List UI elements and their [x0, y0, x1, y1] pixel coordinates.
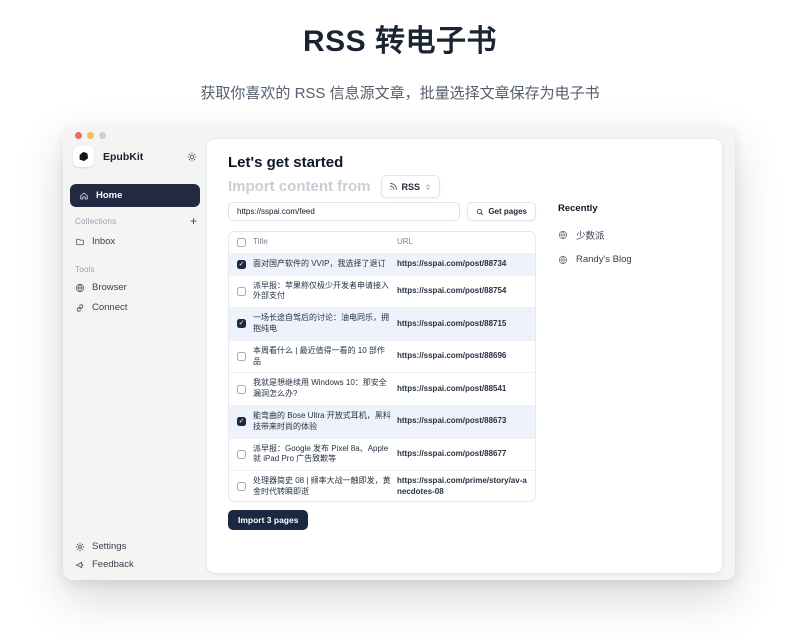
folder-icon	[75, 237, 85, 247]
row-checkbox[interactable]	[237, 482, 246, 491]
row-checkbox[interactable]	[237, 417, 246, 426]
search-icon	[476, 208, 484, 216]
add-collection-button[interactable]: +	[190, 216, 197, 226]
table-row[interactable]: 派早报：苹果称仅极少开发者申请接入外部支付 https://sspai.com/…	[229, 276, 535, 309]
row-url: https://sspai.com/post/88715	[397, 319, 527, 330]
table-row[interactable]: 派早报：Google 发布 Pixel 8a、Apple 就 iPad Pro …	[229, 439, 535, 472]
row-title: 我就是想继续用 Windows 10：那安全漏洞怎么办?	[253, 378, 391, 400]
chevron-updown-icon	[424, 183, 432, 191]
app-name: EpubKit	[103, 151, 143, 163]
home-icon	[79, 191, 89, 201]
main-heading: Let's get started	[228, 154, 343, 171]
row-checkbox[interactable]	[237, 385, 246, 394]
source-select-value: RSS	[402, 182, 421, 192]
row-url: https://sspai.com/post/88673	[397, 416, 527, 427]
import-from-row: Import content from RSS	[228, 175, 440, 198]
recently-list: 少数派 Randy's Blog	[558, 228, 708, 265]
row-url: https://sspai.com/post/88696	[397, 351, 527, 362]
theme-toggle-sun-icon[interactable]	[187, 152, 197, 162]
sidebar-item-home[interactable]: Home	[70, 184, 200, 207]
row-checkbox[interactable]	[237, 260, 246, 269]
table-row[interactable]: 本周看什么 | 最近值得一看的 10 部作品 https://sspai.com…	[229, 341, 535, 374]
select-all-checkbox[interactable]	[237, 238, 246, 247]
page-title: RSS 转电子书	[0, 16, 800, 60]
get-pages-label: Get pages	[488, 207, 527, 216]
gear-icon	[75, 542, 85, 552]
row-checkbox[interactable]	[237, 287, 246, 296]
sidebar-bottom: Settings Feedback	[75, 541, 134, 570]
recently-item[interactable]: 少数派	[558, 228, 708, 242]
row-checkbox[interactable]	[237, 319, 246, 328]
row-title: 一场长途自驾后的讨论：油电同乐，拥抱纯电	[253, 313, 391, 335]
row-checkbox[interactable]	[237, 450, 246, 459]
row-title: 本周看什么 | 最近值得一看的 10 部作品	[253, 346, 391, 368]
tools-section: Tools	[75, 265, 197, 274]
sidebar-item-label: Inbox	[92, 236, 115, 247]
import-pages-button[interactable]: Import 3 pages	[228, 510, 308, 530]
sidebar-item-label: Feedback	[92, 559, 134, 570]
rss-icon	[389, 182, 398, 191]
hero-section: RSS 转电子书 获取你喜欢的 RSS 信息源文章，批量选择文章保存为电子书	[0, 16, 800, 103]
recently-item-label: 少数派	[576, 228, 605, 242]
sidebar-item-settings[interactable]: Settings	[75, 541, 134, 552]
row-url: https://sspai.com/post/88734	[397, 259, 527, 270]
feed-url-row: Get pages	[228, 202, 536, 221]
collections-section: Collections +	[75, 216, 197, 226]
book-logo-icon	[73, 146, 94, 167]
globe-icon	[75, 283, 85, 293]
table-row[interactable]: 一场长途自驾后的讨论：油电同乐，拥抱纯电 https://sspai.com/p…	[229, 308, 535, 341]
collections-label: Collections	[75, 217, 116, 226]
recently-heading: Recently	[558, 203, 708, 214]
row-title: 派早报：Google 发布 Pixel 8a、Apple 就 iPad Pro …	[253, 444, 391, 466]
row-url: https://sspai.com/post/88541	[397, 384, 527, 395]
sidebar-item-label: Home	[96, 190, 122, 201]
sidebar-item-label: Browser	[92, 282, 127, 293]
recently-item-label: Randy's Blog	[576, 254, 632, 265]
page-subtitle: 获取你喜欢的 RSS 信息源文章，批量选择文章保存为电子书	[0, 82, 800, 103]
sidebar: EpubKit Home Collections + Inbox Tools B…	[63, 127, 207, 580]
feed-url-input[interactable]	[228, 202, 460, 221]
recently-item[interactable]: Randy's Blog	[558, 254, 708, 265]
table-row[interactable]: 处理器简史 08 | 频率大战一触即发，黄金时代转瞬即逝 https://ssp…	[229, 471, 535, 502]
sidebar-item-browser[interactable]: Browser	[75, 282, 127, 293]
import-from-label: Import content from	[228, 178, 371, 195]
megaphone-icon	[75, 560, 85, 570]
globe-icon	[558, 255, 568, 265]
row-title: 处理器简史 08 | 频率大战一触即发，黄金时代转瞬即逝	[253, 476, 391, 498]
app-window: EpubKit Home Collections + Inbox Tools B…	[63, 127, 735, 580]
table-body: 面对国产软件的 VVIP，我选择了退订 https://sspai.com/po…	[229, 254, 535, 502]
column-title: Title	[253, 237, 391, 248]
sidebar-item-inbox[interactable]: Inbox	[75, 236, 115, 247]
recently-panel: Recently 少数派 Randy's Blog	[558, 203, 708, 265]
source-select[interactable]: RSS	[381, 175, 441, 198]
table-header: Title URL	[229, 232, 535, 254]
table-row[interactable]: 我就是想继续用 Windows 10：那安全漏洞怎么办? https://ssp…	[229, 373, 535, 406]
globe-icon	[558, 230, 568, 240]
table-row[interactable]: 面对国产软件的 VVIP，我选择了退订 https://sspai.com/po…	[229, 254, 535, 276]
sidebar-item-connect[interactable]: Connect	[75, 302, 127, 313]
row-title: 能弯曲的 Bose Ultra 开放式耳机，黑科技带来时尚的体验	[253, 411, 391, 433]
articles-table: Title URL 面对国产软件的 VVIP，我选择了退订 https://ss…	[228, 231, 536, 502]
app-logo: EpubKit	[73, 146, 143, 167]
row-url: https://sspai.com/prime/story/av-anecdot…	[397, 476, 527, 498]
row-title: 派早报：苹果称仅极少开发者申请接入外部支付	[253, 281, 391, 303]
sidebar-item-feedback[interactable]: Feedback	[75, 559, 134, 570]
row-url: https://sspai.com/post/88677	[397, 449, 527, 460]
tools-label: Tools	[75, 265, 95, 274]
row-title: 面对国产软件的 VVIP，我选择了退订	[253, 259, 391, 270]
column-url: URL	[397, 237, 527, 248]
get-pages-button[interactable]: Get pages	[467, 202, 536, 221]
sidebar-item-label: Connect	[92, 302, 127, 313]
link-icon	[75, 303, 85, 313]
row-url: https://sspai.com/post/88754	[397, 286, 527, 297]
main-content: Let's get started Import content from RS…	[207, 139, 722, 573]
sidebar-item-label: Settings	[92, 541, 126, 552]
table-row[interactable]: 能弯曲的 Bose Ultra 开放式耳机，黑科技带来时尚的体验 https:/…	[229, 406, 535, 439]
row-checkbox[interactable]	[237, 352, 246, 361]
